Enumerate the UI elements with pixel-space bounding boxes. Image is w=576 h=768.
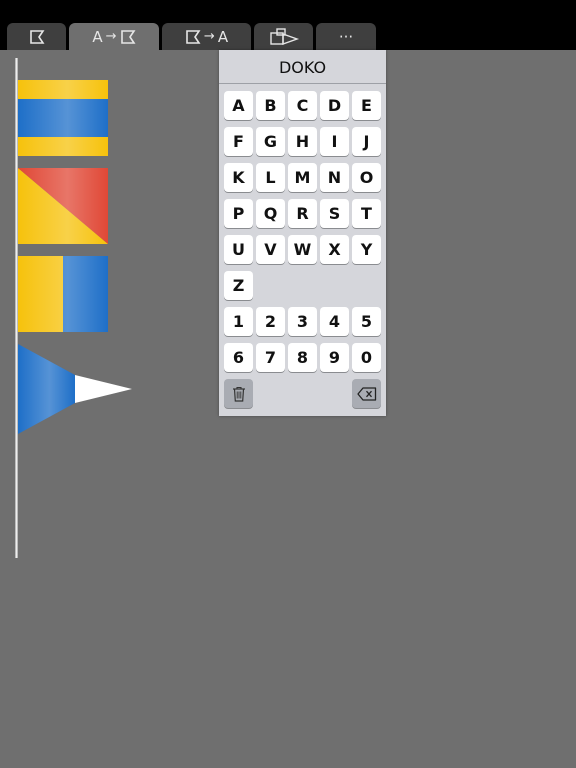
key-n[interactable]: N [320, 163, 349, 192]
key-o[interactable]: O [352, 163, 381, 192]
key-c[interactable]: C [288, 91, 317, 120]
key-j[interactable]: J [352, 127, 381, 156]
key-a[interactable]: A [224, 91, 253, 120]
clear-button[interactable] [224, 379, 253, 408]
key-i[interactable]: I [320, 127, 349, 156]
backspace-icon [356, 386, 376, 401]
tab-letter-label: A [92, 27, 103, 46]
tab-letter-to-flag[interactable]: A → [69, 23, 159, 50]
key-4[interactable]: 4 [320, 307, 349, 336]
key-h[interactable]: H [288, 127, 317, 156]
backspace-button[interactable] [352, 379, 381, 408]
current-word: DOKO [219, 50, 386, 84]
flag-outline-icon [120, 29, 136, 44]
key-8[interactable]: 8 [288, 343, 317, 372]
key-m[interactable]: M [288, 163, 317, 192]
tab-flag-hoist[interactable] [254, 23, 313, 50]
key-d[interactable]: D [320, 91, 349, 120]
key-l[interactable]: L [256, 163, 285, 192]
top-tab-bar: A → → A ··· [0, 0, 576, 50]
flag-k [18, 256, 108, 332]
key-z[interactable]: Z [224, 271, 253, 300]
tab-flag-to-letter[interactable]: → A [162, 23, 251, 50]
flag-outline-icon [186, 29, 201, 44]
key-e[interactable]: E [352, 91, 381, 120]
key-0[interactable]: 0 [352, 343, 381, 372]
key-5[interactable]: 5 [352, 307, 381, 336]
key-2[interactable]: 2 [256, 307, 285, 336]
trash-icon [232, 386, 245, 402]
key-1[interactable]: 1 [224, 307, 253, 336]
key-b[interactable]: B [256, 91, 285, 120]
arrow-icon: → [105, 29, 117, 44]
pennant-substitute [18, 344, 132, 434]
key-r[interactable]: R [288, 199, 317, 228]
key-7[interactable]: 7 [256, 343, 285, 372]
tab-letter-label: A [217, 27, 229, 46]
key-9[interactable]: 9 [320, 343, 349, 372]
key-6[interactable]: 6 [224, 343, 253, 372]
key-k[interactable]: K [224, 163, 253, 192]
key-3[interactable]: 3 [288, 307, 317, 336]
tab-flag[interactable] [7, 23, 66, 50]
key-g[interactable]: G [256, 127, 285, 156]
key-v[interactable]: V [256, 235, 285, 264]
key-f[interactable]: F [224, 127, 253, 156]
key-s[interactable]: S [320, 199, 349, 228]
key-p[interactable]: P [224, 199, 253, 228]
key-t[interactable]: T [352, 199, 381, 228]
arrow-icon: → [203, 29, 215, 44]
key-u[interactable]: U [224, 235, 253, 264]
tab-more[interactable]: ··· [316, 23, 376, 50]
key-y[interactable]: Y [352, 235, 381, 264]
key-x[interactable]: X [320, 235, 349, 264]
flag-d [18, 80, 108, 156]
key-w[interactable]: W [288, 235, 317, 264]
flag-o [18, 168, 108, 244]
letter-keyboard-panel: DOKO A B C D E F G H I J K L M N O P Q R… [219, 50, 386, 416]
flag-hoist-icon [269, 27, 299, 45]
key-q[interactable]: Q [256, 199, 285, 228]
more-icon: ··· [338, 27, 354, 46]
flag-outline-icon [29, 29, 44, 44]
